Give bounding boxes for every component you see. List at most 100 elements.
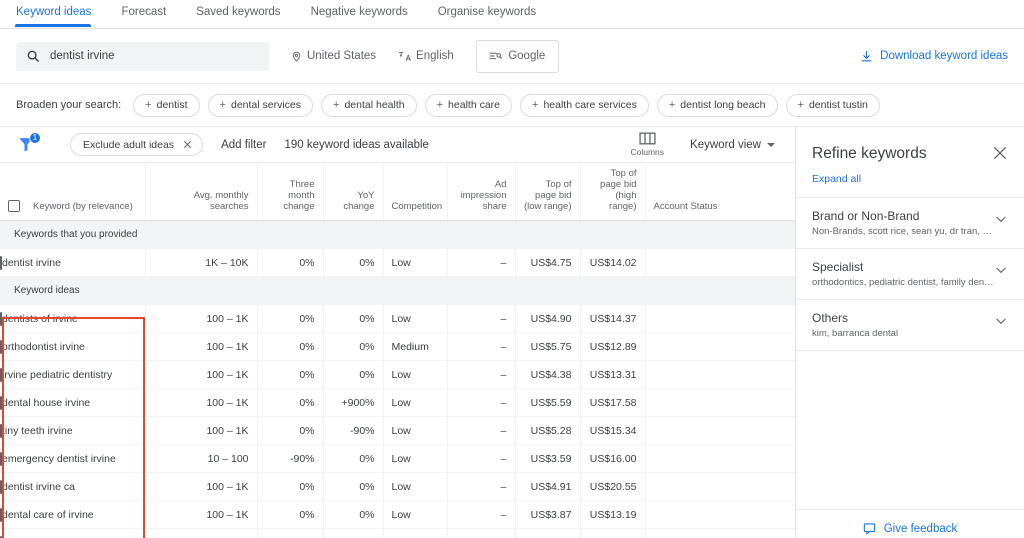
account-status-cell [645,444,795,473]
chip-label: dentist [156,99,188,111]
table-row[interactable]: dentist irvine 1K – 10K 0% 0% Low – US$4… [0,248,795,277]
keyword-text: irvine pediatric dentistry [2,368,113,381]
ad-impression-share-cell: – [447,444,516,473]
search-input[interactable]: dentist irvine [16,41,269,71]
language-label: English [416,50,454,62]
chevron-down-icon[interactable] [994,263,1008,277]
broaden-chip-dentist-tustin[interactable]: + dentist tustin [785,93,880,117]
refine-item-heading: Specialist [812,260,864,274]
refine-item-sub: orthodontics, pediatric dentist, family … [812,277,994,288]
refine-item-brand-or-non-brand[interactable]: Brand or Non-Brand Non-Brands, scott ric… [796,197,1024,248]
refine-item-others[interactable]: Others kim, barranca dental [796,299,1024,350]
competition-cell: Low [383,248,448,277]
keyword-cell: dentist irvine ca [0,479,144,494]
give-feedback-button[interactable]: Give feedback [796,509,1024,538]
ad-impression-share-cell: – [447,528,516,538]
tab-forecast[interactable]: Forecast [121,0,180,27]
bid-high-cell: US$14.37 [580,304,646,333]
plus-icon: + [532,98,539,111]
account-status-cell [645,332,795,361]
chevron-down-icon[interactable] [994,314,1008,328]
add-filter-button[interactable]: Add filter [221,139,266,151]
table-row[interactable]: orthodontist irvine 100 – 1K 0% 0% Mediu… [0,332,795,361]
th-top-of-page-bid-low[interactable]: Top of page bid (low range) [515,163,581,221]
th-ad-impression-share[interactable]: Ad impression share [447,163,516,221]
bid-high-cell: US$20.55 [580,472,646,501]
table-row[interactable]: dental care of irvine 100 – 1K 0% 0% Low… [0,500,795,529]
columns-button[interactable]: Columns [631,132,669,157]
bid-low-cell: US$4.38 [515,360,581,389]
th-competition[interactable]: Competition [383,163,448,221]
keyword-table-wrapper[interactable]: Keyword (by relevance) Avg. monthly sear… [0,163,795,538]
refine-keywords-panel: Refine keywords Expand all Brand or Non-… [795,127,1024,538]
table-row[interactable]: best dentist in irvine 100 – 1K 0% 0% Me… [0,528,795,538]
broaden-chip-dentist[interactable]: + dentist [133,93,200,117]
account-status-cell [645,304,795,333]
filter-icon[interactable]: 1 [16,131,41,156]
th-account-status[interactable]: Account Status [645,163,795,221]
account-status-cell [645,472,795,501]
account-status-cell [645,360,795,389]
avg-monthly-searches-cell: 100 – 1K [145,500,258,529]
chevron-down-icon[interactable] [994,212,1008,226]
th-keyword[interactable]: Keyword (by relevance) [0,163,146,221]
table-row[interactable]: tiny teeth irvine 100 – 1K 0% -90% Low –… [0,416,795,445]
close-icon[interactable] [183,140,192,149]
keyword-text: tiny teeth irvine [2,424,73,437]
network-label: Google [508,50,546,62]
th-avg-monthly-searches[interactable]: Avg. monthly searches [145,163,258,221]
avg-monthly-searches-cell: 10 – 100 [145,444,258,473]
table-row[interactable]: irvine pediatric dentistry 100 – 1K 0% 0… [0,360,795,389]
download-icon [860,50,873,63]
keyword-view-label: Keyword view [690,138,761,151]
three-month-change-cell: 0% [257,472,324,501]
select-all-checkbox[interactable] [8,200,20,212]
refine-item-specialist[interactable]: Specialist orthodontics, pediatric denti… [796,248,1024,299]
three-month-change-cell: 0% [257,332,324,361]
group-title: Keywords that you provided [0,220,795,249]
filter-chip-exclude-adult-ideas[interactable]: Exclude adult ideas [70,133,204,156]
table-row[interactable]: dental house irvine 100 – 1K 0% +900% Lo… [0,388,795,417]
broaden-chip-health-care-services[interactable]: + health care services [520,93,649,117]
table-header-row: Keyword (by relevance) Avg. monthly sear… [0,163,795,221]
three-month-change-cell: 0% [257,528,324,538]
broaden-chip-health-care[interactable]: + health care [424,93,512,117]
network-selector-button[interactable]: Google [475,39,559,73]
competition-cell: Low [383,444,448,473]
tab-organise-keywords[interactable]: Organise keywords [438,0,550,27]
location-selector[interactable]: United States [291,50,376,63]
avg-monthly-searches-cell: 100 – 1K [145,304,258,333]
table-row[interactable]: emergency dentist irvine 10 – 100 -90% 0… [0,444,795,473]
th-top-of-page-bid-high[interactable]: Top of page bid (high range) [580,163,646,221]
table-row[interactable]: dentist irvine ca 100 – 1K 0% 0% Low – U… [0,472,795,501]
avg-monthly-searches-cell: 100 – 1K [145,416,258,445]
tab-negative-keywords[interactable]: Negative keywords [311,0,422,27]
tab-saved-keywords[interactable]: Saved keywords [196,0,294,27]
close-icon[interactable] [992,145,1008,161]
th-yoy-change[interactable]: YoY change [323,163,384,221]
keyword-view-dropdown[interactable]: Keyword view [690,139,779,151]
language-selector[interactable]: English [398,50,454,63]
yoy-change-cell: 0% [323,444,384,473]
broaden-chip-dentist-long-beach[interactable]: + dentist long beach [656,93,778,117]
bid-high-cell: US$14.02 [580,248,646,277]
results-panel: 1 Exclude adult ideas Add filter 190 key… [0,127,795,538]
download-keyword-ideas-button[interactable]: Download keyword ideas [860,50,1008,63]
search-value: dentist irvine [50,50,115,62]
avg-monthly-searches-cell: 100 – 1K [145,360,258,389]
columns-label: Columns [630,147,665,157]
th-three-month-change[interactable]: Three month change [257,163,324,221]
tab-keyword-ideas[interactable]: Keyword ideas [14,0,105,27]
broaden-chip-dental-health[interactable]: + dental health [321,93,417,117]
chip-label: health care services [543,99,637,111]
broaden-chip-dental-services[interactable]: + dental services [207,93,314,117]
bid-high-cell: US$17.58 [580,388,646,417]
chip-label: dental services [230,99,302,111]
three-month-change-cell: 0% [257,416,324,445]
avg-monthly-searches-cell: 100 – 1K [145,528,258,538]
account-status-cell [645,416,795,445]
filter-count-badge: 1 [29,131,41,144]
ad-impression-share-cell: – [447,304,516,333]
table-row[interactable]: dentists of irvine 100 – 1K 0% 0% Low – … [0,304,795,333]
expand-all-link[interactable]: Expand all [796,163,1024,197]
